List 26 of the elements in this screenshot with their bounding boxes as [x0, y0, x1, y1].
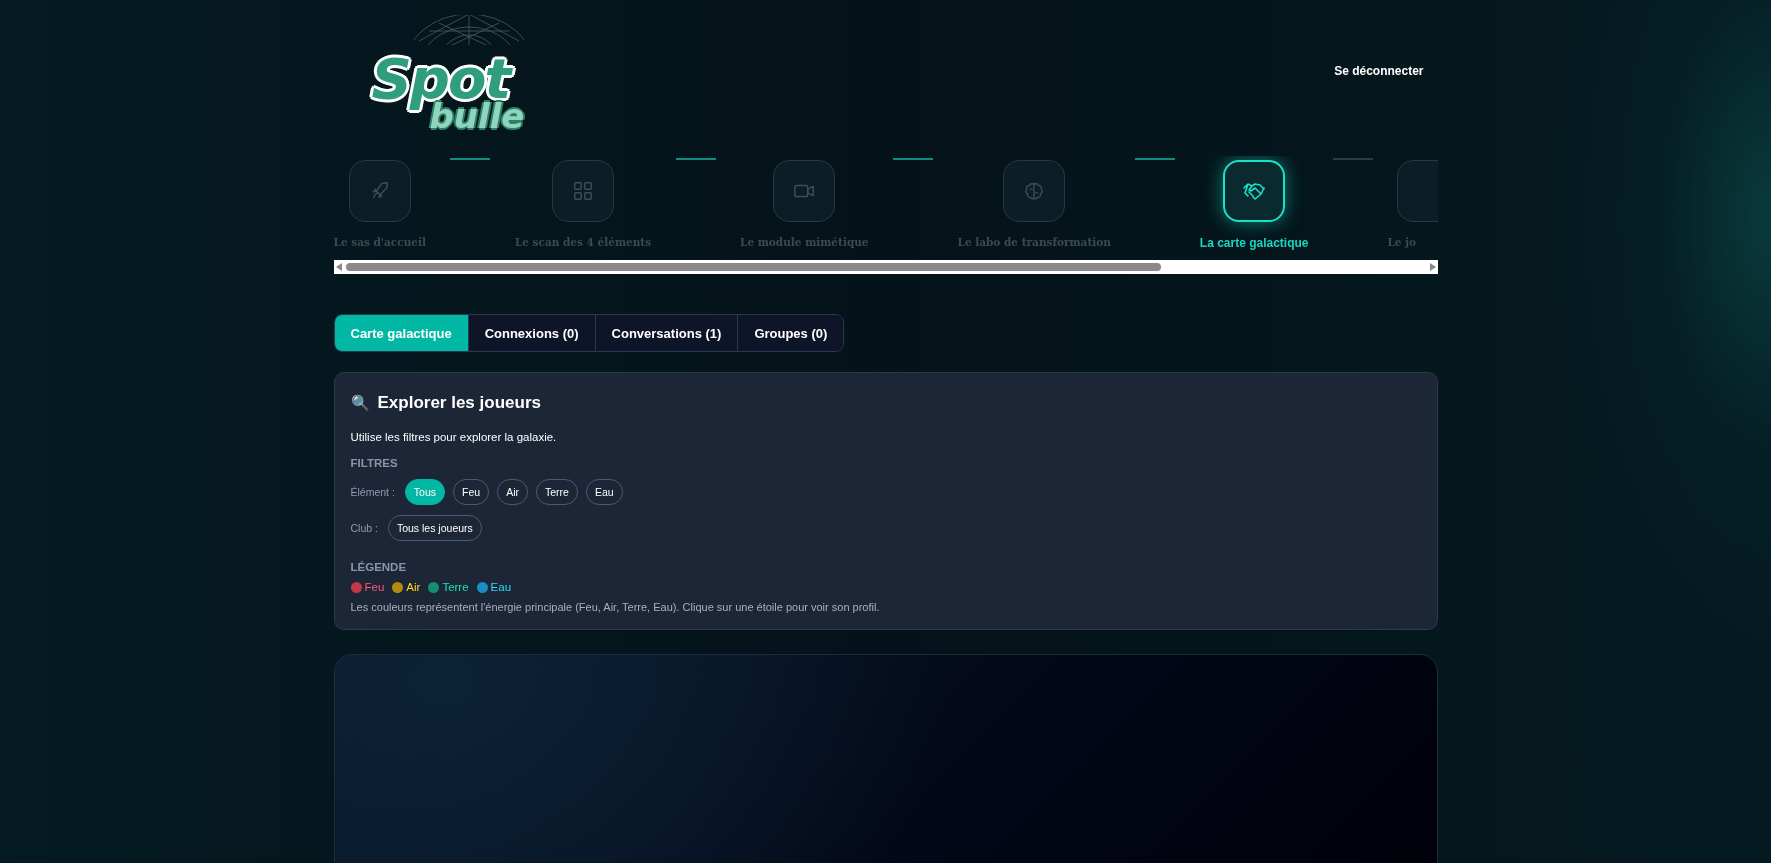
- brain-icon: [1023, 180, 1046, 202]
- tab[interactable]: Groupes (0): [737, 315, 844, 351]
- legend-label: Feu: [364, 581, 385, 593]
- section-heading: LÉGENDE: [350, 561, 408, 573]
- magnifier-icon: 🔍: [350, 394, 370, 412]
- step-label: La carte galactique: [1199, 236, 1309, 250]
- filter-label: Club :: [350, 522, 378, 534]
- section-heading: FILTRES: [350, 457, 399, 469]
- legend-label: Terre: [442, 581, 469, 593]
- step-label: Le labo de transformation: [957, 236, 1111, 248]
- filter-chip[interactable]: Air: [497, 479, 528, 505]
- card-title: Explorer les joueurs: [377, 393, 541, 413]
- filter-chip[interactable]: Terre: [536, 479, 578, 505]
- step-label: Le module mimétique: [740, 236, 869, 248]
- grid-icon: [572, 180, 594, 202]
- legend-label: Eau: [490, 581, 512, 593]
- legend-note: Les couleurs représentent l'énergie principale (Feu, Air, Terre, Eau). Clique sur une étoile pour voir son profil.: [350, 601, 881, 613]
- filter-label: Élément :: [350, 486, 395, 498]
- logout-link[interactable]: Se déconnecter: [1334, 64, 1424, 78]
- intro-text: Utilise les filtres pour explorer la galaxie.: [350, 431, 558, 443]
- legend-label: Air: [406, 581, 421, 593]
- filter-chip[interactable]: Eau: [585, 479, 623, 505]
- filter-chip[interactable]: Tous les joueurs: [387, 515, 482, 541]
- filter-chip[interactable]: Feu: [453, 479, 490, 505]
- horizontal-scrollbar[interactable]: [333, 260, 1438, 274]
- galaxy-map-panel[interactable]: [333, 654, 1438, 863]
